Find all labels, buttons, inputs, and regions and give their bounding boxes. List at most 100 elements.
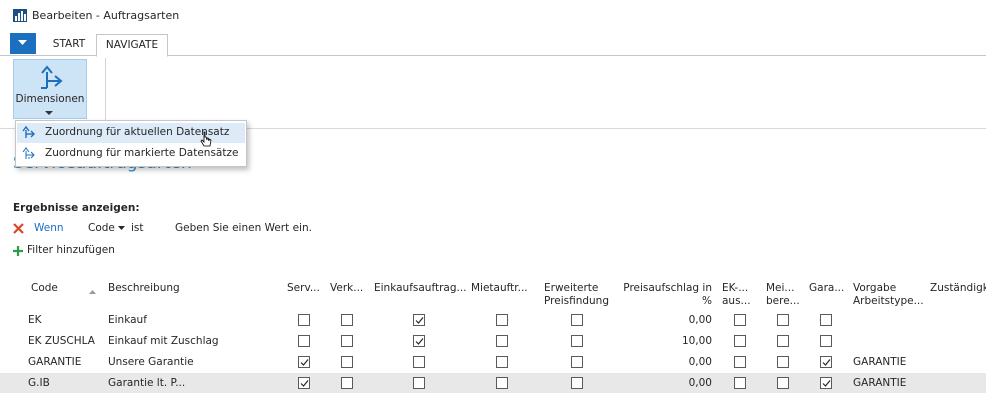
checkbox-erw[interactable] <box>571 314 583 326</box>
checkbox-ek[interactable] <box>734 356 746 368</box>
checkbox-miet[interactable] <box>496 356 508 368</box>
checkbox-ek[interactable] <box>734 314 746 326</box>
dimension-assign-icon <box>22 126 35 138</box>
checkmark-icon <box>415 338 424 345</box>
cell-preisaufschlag: 0,00 <box>688 356 712 368</box>
checkbox-einkauf[interactable] <box>413 377 425 389</box>
mouse-pointer-icon <box>200 131 212 147</box>
checkbox-einkauf[interactable] <box>413 356 425 368</box>
column-header-preis-2: % <box>702 295 712 307</box>
column-header-verk[interactable]: Verk... <box>330 282 363 295</box>
add-filter-button[interactable]: Filter hinzufügen <box>13 244 153 260</box>
column-header-erweiterte-2: Preisfindung <box>544 295 609 307</box>
checkbox-gara[interactable] <box>820 356 832 368</box>
sort-ascending-icon <box>89 290 96 294</box>
filter-field-select[interactable]: Code <box>88 222 115 234</box>
column-header-gara[interactable]: Gara... <box>809 282 844 295</box>
column-header-einkauf[interactable]: Einkaufsauftrag... <box>374 282 467 295</box>
table-row[interactable]: EK Einkauf 0,00 <box>0 310 986 330</box>
cell-beschreibung: Unsere Garantie <box>108 356 194 368</box>
checkbox-serv[interactable] <box>298 335 310 347</box>
checkbox-mei[interactable] <box>777 335 789 347</box>
checkbox-miet[interactable] <box>496 377 508 389</box>
checkbox-einkauf[interactable] <box>413 335 425 347</box>
filter-row: Wenn Code ist Geben Sie einen Wert ein. <box>13 222 413 238</box>
column-header-serv[interactable]: Serv... <box>287 282 320 295</box>
cell-preisaufschlag: 0,00 <box>688 314 712 326</box>
column-header-code[interactable]: Code <box>31 282 58 295</box>
plus-icon <box>13 246 23 256</box>
checkbox-erw[interactable] <box>571 335 583 347</box>
checkbox-verk[interactable] <box>341 356 353 368</box>
checkbox-verk[interactable] <box>341 335 353 347</box>
add-filter-label: Filter hinzufügen <box>27 244 115 256</box>
checkmark-icon <box>822 359 831 366</box>
title-bar: Bearbeiten - Auftragsarten <box>0 0 986 30</box>
checkbox-erw[interactable] <box>571 356 583 368</box>
checkbox-serv[interactable] <box>298 314 310 326</box>
cell-code: EK ZUSCHLA <box>28 335 95 347</box>
column-header-zustaendigkeit[interactable]: Zuständigk <box>930 282 986 295</box>
column-header-erweiterte-1[interactable]: Erweiterte <box>544 282 598 295</box>
tab-navigate[interactable]: NAVIGATE <box>96 34 168 57</box>
window-title: Bearbeiten - Auftragsarten <box>32 9 180 22</box>
table-row[interactable]: GARANTIE Unsere Garantie 0,00 GARANTIE <box>0 352 986 372</box>
cell-preisaufschlag: 10,00 <box>681 335 712 347</box>
checkbox-mei[interactable] <box>777 314 789 326</box>
checkbox-gara[interactable] <box>820 314 832 326</box>
filter-operator: ist <box>131 222 144 234</box>
checkbox-ek[interactable] <box>734 377 746 389</box>
remove-filter-icon[interactable] <box>13 223 24 234</box>
app-logo-icon <box>13 9 27 22</box>
cell-beschreibung: Einkauf <box>108 314 147 326</box>
cell-preisaufschlag: 0,00 <box>688 377 712 389</box>
checkbox-einkauf[interactable] <box>413 314 425 326</box>
column-header-mei-1[interactable]: Mei... <box>766 282 794 295</box>
dimensionen-button[interactable]: Dimensionen <box>13 59 87 119</box>
column-header-mei-2: bere... <box>766 295 800 307</box>
checkbox-mei[interactable] <box>777 356 789 368</box>
filter-wenn-label: Wenn <box>34 222 64 234</box>
cell-vorgabe-arbeitstyp: GARANTIE <box>853 377 907 389</box>
checkbox-miet[interactable] <box>496 314 508 326</box>
column-header-beschreibung[interactable]: Beschreibung <box>108 282 180 295</box>
results-table: Code Beschreibung Serv... Verk... Einkau… <box>0 278 986 393</box>
checkbox-erw[interactable] <box>571 377 583 389</box>
checkbox-verk[interactable] <box>341 377 353 389</box>
ribbon-divider <box>105 58 106 120</box>
checkbox-gara[interactable] <box>820 377 832 389</box>
column-header-vorgabe-2: Arbeitstype... <box>853 295 924 307</box>
ribbon-body: Dimensionen <box>0 56 986 126</box>
caret-down-icon[interactable] <box>118 226 125 231</box>
chevron-down-icon <box>18 40 27 45</box>
checkbox-gara[interactable] <box>820 335 832 347</box>
filter-value-input[interactable]: Geben Sie einen Wert ein. <box>175 222 312 234</box>
tab-start[interactable]: START <box>44 34 94 56</box>
checkbox-miet[interactable] <box>496 335 508 347</box>
cell-code: G.IB <box>28 377 50 389</box>
checkbox-mei[interactable] <box>777 377 789 389</box>
dimension-multi-assign-icon <box>22 147 35 159</box>
checkbox-serv[interactable] <box>298 356 310 368</box>
table-row[interactable]: G.IB Garantie lt. P... 0,00 GARANTIE <box>0 373 986 393</box>
dimensionen-label: Dimensionen <box>15 93 85 105</box>
checkmark-icon <box>300 359 309 366</box>
column-header-ek-1[interactable]: EK-... <box>722 282 748 295</box>
cell-code: GARANTIE <box>28 356 82 368</box>
column-header-ek-2: aus... <box>722 295 751 307</box>
column-header-miet[interactable]: Mietauftr... <box>471 282 528 295</box>
cell-vorgabe-arbeitstyp: GARANTIE <box>853 356 907 368</box>
column-header-vorgabe-1[interactable]: Vorgabe <box>853 282 896 295</box>
app-menu-button[interactable] <box>10 33 36 54</box>
caret-down-icon <box>45 111 53 115</box>
cell-beschreibung: Garantie lt. P... <box>108 377 186 389</box>
filter-header: Ergebnisse anzeigen: <box>13 202 140 214</box>
dimensions-icon <box>41 65 63 89</box>
cell-beschreibung: Einkauf mit Zuschlag <box>108 335 219 347</box>
checkbox-ek[interactable] <box>734 335 746 347</box>
checkbox-verk[interactable] <box>341 314 353 326</box>
column-header-preis-1[interactable]: Preisaufschlag in <box>610 282 712 295</box>
table-row[interactable]: EK ZUSCHLA Einkauf mit Zuschlag 10,00 <box>0 331 986 351</box>
checkmark-icon <box>415 317 424 324</box>
checkbox-serv[interactable] <box>298 377 310 389</box>
